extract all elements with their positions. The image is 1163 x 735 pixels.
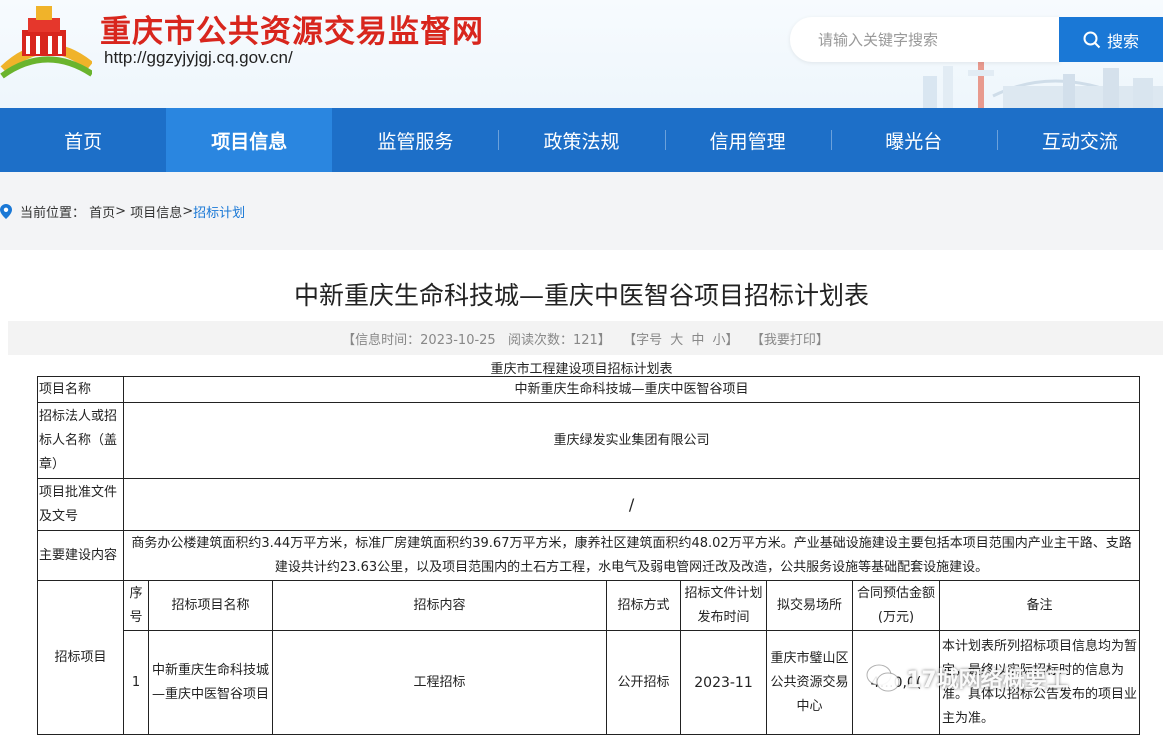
site-url: http://ggzyjyjgj.cq.gov.cn/ (104, 48, 293, 67)
breadcrumb-separator: > (182, 204, 194, 219)
nav-item-label: 首页 (64, 130, 103, 153)
row-publish-time: 2023-11 (680, 630, 767, 735)
nav-item-label: 互动交流 (1041, 130, 1118, 153)
breadcrumb-separator: > (115, 204, 127, 219)
breadcrumb-home-link[interactable]: 首页 (89, 202, 115, 221)
table-header-cell: 序号 (123, 580, 149, 631)
search-box (790, 17, 1060, 62)
nav-item-supervision[interactable]: 监管服务 (332, 108, 498, 172)
table-header-cell: 拟交易场所 (766, 580, 853, 631)
nav-item-label: 曝光台 (885, 130, 943, 153)
nav-item-project-info[interactable]: 项目信息 (166, 108, 333, 172)
font-size-label: 【字号 (623, 332, 663, 348)
tender-plan-table: 项目名称 中新重庆生命科技城—重庆中医智谷项目 招标法人或招标人名称（盖章） 重… (37, 376, 1141, 735)
project-name-value: 中新重庆生命科技城—重庆中医智谷项目 (122, 376, 1141, 403)
view-count: 阅读次数：121】 (507, 332, 611, 348)
nav-item-home[interactable]: 首页 (0, 108, 166, 172)
article-meta-bar: 【信息时间：2023-10-25 阅读次数：121】 【字号 大 中 小】 【我… (8, 321, 1163, 355)
nav-item-policy[interactable]: 政策法规 (498, 108, 664, 172)
table-row: 1 中新重庆生命科技城—重庆中医智谷项目 工程招标 公开招标 2023-11 重… (38, 630, 1141, 735)
site-title[interactable]: 重庆市公共资源交易监督网 (100, 6, 484, 51)
row-venue: 重庆市璧山区公共资源交易中心 (766, 630, 853, 735)
search-button-label: 搜索 (1106, 31, 1139, 51)
row-method: 公开招标 (606, 630, 681, 735)
breadcrumb: 当前位置： 首页 > 项目信息 > 招标计划 (0, 202, 245, 221)
row-amount: 4…0,0( (852, 630, 940, 735)
font-size-small-link[interactable]: 小】 (713, 329, 739, 348)
breadcrumb-area: 当前位置： 首页 > 项目信息 > 招标计划 (0, 172, 1163, 250)
breadcrumb-prefix: 当前位置： (20, 206, 86, 221)
site-logo-icon[interactable] (0, 0, 92, 80)
site-header: 重庆市公共资源交易监督网 http://ggzyjyjgj.cq.gov.cn/… (0, 0, 1163, 108)
nav-item-exposure[interactable]: 曝光台 (830, 108, 997, 172)
info-time: 【信息时间：2023-10-25 (342, 332, 496, 348)
page-title: 中新重庆生命科技城—重庆中医智谷项目招标计划表 (293, 281, 869, 310)
nav-item-label: 项目信息 (211, 130, 288, 153)
row-content: 工程招标 (272, 630, 607, 735)
breadcrumb-current-link[interactable]: 招标计划 (193, 202, 245, 221)
row-remark: 本计划表所列招标项目信息均为暂定，最终以实际招标时的信息为准。具体以招标公告发布… (938, 630, 1141, 735)
main-nav: 首页 项目信息 监管服务 政策法规 信用管理 曝光台 互动交流 (0, 108, 1163, 172)
approval-value: / (122, 478, 1141, 531)
search-input[interactable] (790, 17, 1060, 62)
breadcrumb-section-link[interactable]: 项目信息 (130, 202, 182, 221)
tenderer-label: 招标法人或招标人名称（盖章） (37, 402, 124, 479)
table-header-cell: 招标项目名称 (148, 580, 273, 631)
row-seq: 1 (123, 630, 149, 735)
project-name-label: 项目名称 (37, 376, 124, 403)
search-icon (1083, 31, 1101, 48)
print-link[interactable]: 【我要打印】 (751, 329, 829, 348)
content-label: 主要建设内容 (37, 530, 124, 581)
content-value: 商务办公楼建筑面积约3.44万平方米，标准厂房建筑面积约39.67万平方米，康养… (122, 530, 1141, 581)
nav-item-interaction[interactable]: 互动交流 (996, 108, 1163, 172)
table-header-cell: 备注 (938, 580, 1141, 631)
nav-item-label: 信用管理 (709, 130, 786, 153)
nav-item-label: 政策法规 (543, 130, 620, 153)
search-button[interactable]: 搜索 (1059, 17, 1163, 62)
tender-items-label: 招标项目 (37, 580, 124, 735)
approval-label: 项目批准文件及文号 (37, 478, 124, 531)
nav-item-credit[interactable]: 信用管理 (664, 108, 831, 172)
table-header-cell: 招标方式 (606, 580, 681, 631)
location-pin-icon (0, 204, 12, 219)
table-caption: 重庆市工程建设项目招标计划表 (490, 362, 673, 377)
table-header-cell: 招标内容 (272, 580, 607, 631)
row-project-name: 中新重庆生命科技城—重庆中医智谷项目 (148, 630, 273, 735)
font-size-medium-link[interactable]: 中 (691, 329, 704, 348)
table-header-cell: 招标文件计划发布时间 (680, 580, 767, 631)
font-size-large-link[interactable]: 大 (670, 329, 683, 348)
nav-item-label: 监管服务 (377, 130, 454, 153)
tenderer-value: 重庆绿发实业集团有限公司 (122, 402, 1141, 479)
table-header-cell: 合同预估金额(万元) (852, 580, 940, 631)
